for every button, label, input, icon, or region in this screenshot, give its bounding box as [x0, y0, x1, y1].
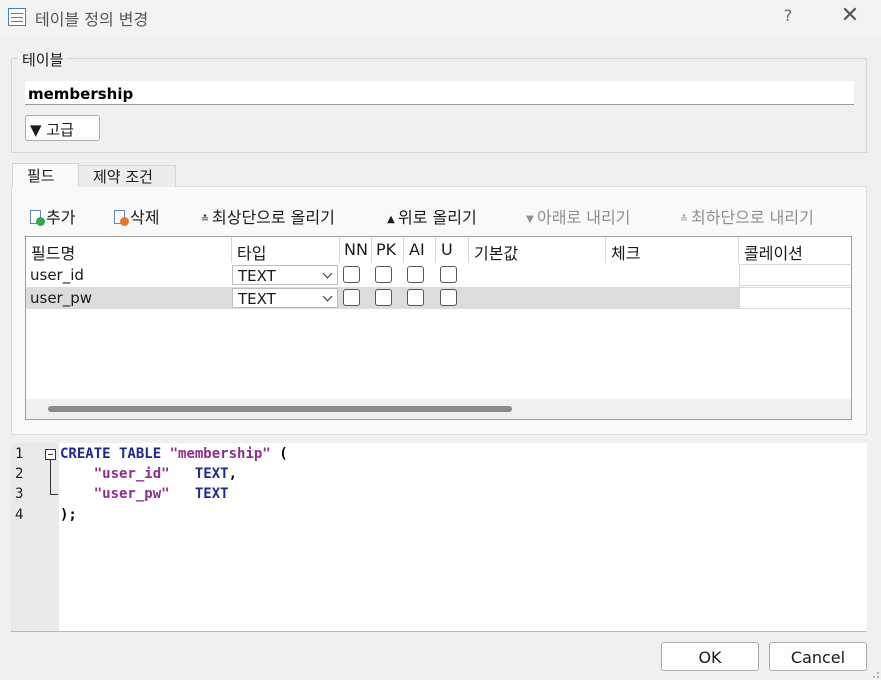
collation-input[interactable] — [739, 287, 851, 309]
pk-checkbox[interactable] — [375, 266, 392, 283]
unique-checkbox[interactable] — [440, 289, 457, 306]
move-down-button[interactable]: ▼ 아래로 내리기 — [523, 204, 630, 228]
code-divider — [11, 631, 867, 632]
sql-field-name: "user_pw" — [93, 486, 170, 502]
add-field-icon — [29, 210, 45, 226]
default-cell[interactable] — [469, 264, 473, 266]
sql-table-name: "membership" — [169, 446, 271, 462]
nn-checkbox[interactable] — [343, 266, 360, 283]
sql-close: ); — [60, 507, 77, 523]
sql-paren: ( — [279, 446, 288, 462]
close-button[interactable]: ✕ — [838, 3, 862, 28]
move-up-label: 위로 올리기 — [398, 208, 477, 227]
window-title: 테이블 정의 변경 — [35, 10, 149, 29]
tab-fields[interactable]: 필드 — [12, 163, 79, 187]
table-app-icon — [8, 8, 26, 26]
column-header-default[interactable]: 기본값 — [469, 237, 518, 263]
line-number: 3 — [15, 486, 24, 502]
move-down-label: 아래로 내리기 — [537, 208, 631, 227]
table-name-input[interactable] — [25, 81, 854, 105]
move-bottom-label: 최하단으로 내리기 — [691, 208, 814, 227]
code-line-2: "user_id" TEXT, — [60, 466, 237, 482]
line-number: 2 — [15, 466, 24, 482]
check-cell[interactable] — [606, 264, 610, 266]
tab-constraints[interactable]: 제약 조건 — [78, 165, 176, 187]
move-top-icon: ≛ — [200, 214, 210, 225]
code-line-3: "user_pw" TEXT — [60, 486, 229, 502]
sql-keyword: CREATE TABLE — [60, 446, 162, 462]
column-header-check[interactable]: 체크 — [606, 237, 640, 263]
resize-grip-icon[interactable] — [870, 669, 880, 679]
move-top-button[interactable]: ≛ 최상단으로 올리기 — [198, 204, 335, 228]
chevron-down-icon — [322, 291, 333, 302]
advanced-button[interactable]: ▼ 고급 — [25, 115, 100, 141]
ai-checkbox[interactable] — [407, 289, 424, 306]
scrollbar-thumb[interactable] — [48, 406, 512, 412]
field-name-cell[interactable]: user_pw — [26, 287, 92, 307]
move-up-button[interactable]: ▲ 위로 올리기 — [384, 204, 477, 228]
type-select-value: TEXT — [238, 290, 276, 308]
sql-field-type: TEXT — [194, 486, 229, 502]
ok-button[interactable]: OK — [661, 642, 759, 671]
table-row[interactable]: user_id TEXT — [26, 264, 851, 286]
column-header-u[interactable]: U — [436, 237, 453, 263]
fold-line-end — [50, 494, 58, 495]
check-cell[interactable] — [606, 287, 610, 289]
pk-checkbox[interactable] — [375, 289, 392, 306]
fold-toggle-icon[interactable] — [45, 449, 56, 460]
column-header-nn[interactable]: NN — [339, 237, 368, 263]
arrow-down-icon: ▼ — [526, 214, 534, 225]
table-group-legend: 테이블 — [18, 49, 68, 70]
sql-field-name: "user_id" — [93, 466, 170, 482]
cancel-button[interactable]: Cancel — [769, 642, 867, 671]
field-name-cell[interactable]: user_id — [26, 264, 84, 284]
code-line-1: CREATE TABLE "membership" ( — [60, 446, 288, 462]
type-select[interactable]: TEXT — [232, 288, 338, 308]
move-bottom-button[interactable]: ≛ 최하단으로 내리기 — [677, 204, 814, 228]
line-number: 4 — [15, 507, 24, 523]
delete-field-label: 삭제 — [130, 208, 160, 227]
column-header-pk[interactable]: PK — [371, 237, 396, 263]
fold-line — [50, 460, 51, 495]
default-cell[interactable] — [469, 287, 473, 289]
table-group-box — [11, 58, 867, 153]
collation-input[interactable] — [739, 264, 851, 286]
type-select-value: TEXT — [238, 267, 276, 285]
horizontal-scrollbar[interactable] — [26, 399, 851, 419]
ai-checkbox[interactable] — [407, 266, 424, 283]
fields-grid: 필드명 타입 NN PK AI U 기본값 체크 콜레이션 user_id TE… — [25, 236, 852, 420]
add-field-button[interactable]: 추가 — [29, 204, 75, 228]
table-row[interactable]: user_pw TEXT — [26, 287, 851, 309]
move-bottom-icon: ≛ — [679, 214, 689, 225]
sql-comma: , — [228, 466, 238, 482]
type-select[interactable]: TEXT — [232, 265, 338, 285]
unique-checkbox[interactable] — [440, 266, 457, 283]
column-header-ai[interactable]: AI — [404, 237, 425, 263]
column-header-name[interactable]: 필드명 — [26, 237, 75, 263]
line-number: 1 — [15, 446, 24, 462]
delete-field-icon — [113, 210, 129, 226]
delete-field-button[interactable]: 삭제 — [113, 204, 159, 228]
column-header-type[interactable]: 타입 — [232, 237, 266, 263]
code-line-4: ); — [60, 507, 77, 523]
move-top-label: 최상단으로 올리기 — [212, 208, 335, 227]
arrow-up-icon: ▲ — [387, 214, 395, 225]
help-button[interactable]: ? — [778, 6, 798, 25]
add-field-label: 추가 — [46, 208, 76, 227]
nn-checkbox[interactable] — [343, 289, 360, 306]
chevron-down-icon — [322, 268, 333, 279]
column-header-collation[interactable]: 콜레이션 — [739, 237, 803, 263]
sql-field-type: TEXT — [194, 466, 229, 482]
